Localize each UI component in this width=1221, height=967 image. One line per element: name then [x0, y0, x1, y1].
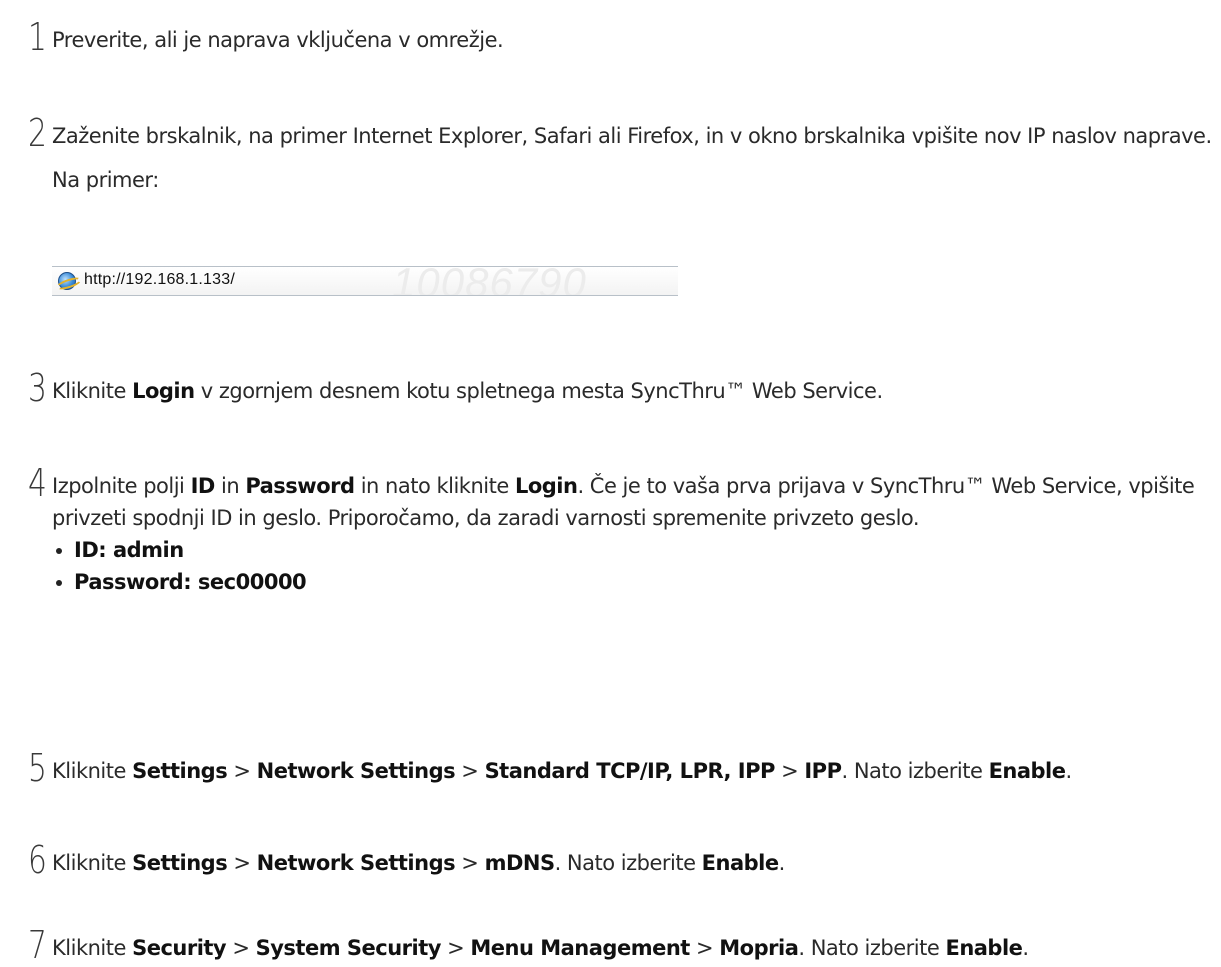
internet-explorer-icon: [58, 272, 76, 290]
browser-address-bar-example: http://192.168.1.133/ 10086790: [52, 266, 678, 296]
id-label: ID: [190, 474, 216, 498]
step-number: 4: [28, 461, 47, 505]
step-number: 1: [28, 15, 47, 59]
list-item: ID: admin: [52, 534, 1215, 566]
step-text: Preverite, ali je naprava vključena v om…: [52, 28, 504, 52]
list-item: Password: sec00000: [52, 566, 1215, 598]
example-label: Na primer:: [52, 168, 159, 192]
step-text: Kliknite Settings > Network Settings > m…: [52, 851, 785, 875]
step-number: 7: [28, 923, 47, 967]
step-text: Kliknite Settings > Network Settings > S…: [52, 759, 1072, 783]
password-label: Password: [245, 474, 355, 498]
step-number: 3: [28, 366, 47, 410]
step-text: Kliknite Login v zgornjem desnem kotu sp…: [52, 379, 883, 403]
default-credentials-list: ID: admin Password: sec00000: [52, 534, 1215, 598]
step-number: 5: [28, 746, 47, 790]
watermark-text: 10086790: [392, 266, 587, 296]
step-text: Izpolnite polji ID in Password in nato k…: [52, 470, 1215, 598]
step-text: Zaženite brskalnik, na primer Internet E…: [52, 124, 1212, 148]
step-number: 2: [28, 111, 47, 155]
step-text: Kliknite Security > System Security > Me…: [52, 936, 1029, 960]
login-label: Login: [132, 379, 195, 403]
example-url: http://192.168.1.133/: [84, 271, 235, 288]
login-label: Login: [514, 474, 578, 498]
step-number: 6: [28, 838, 47, 882]
